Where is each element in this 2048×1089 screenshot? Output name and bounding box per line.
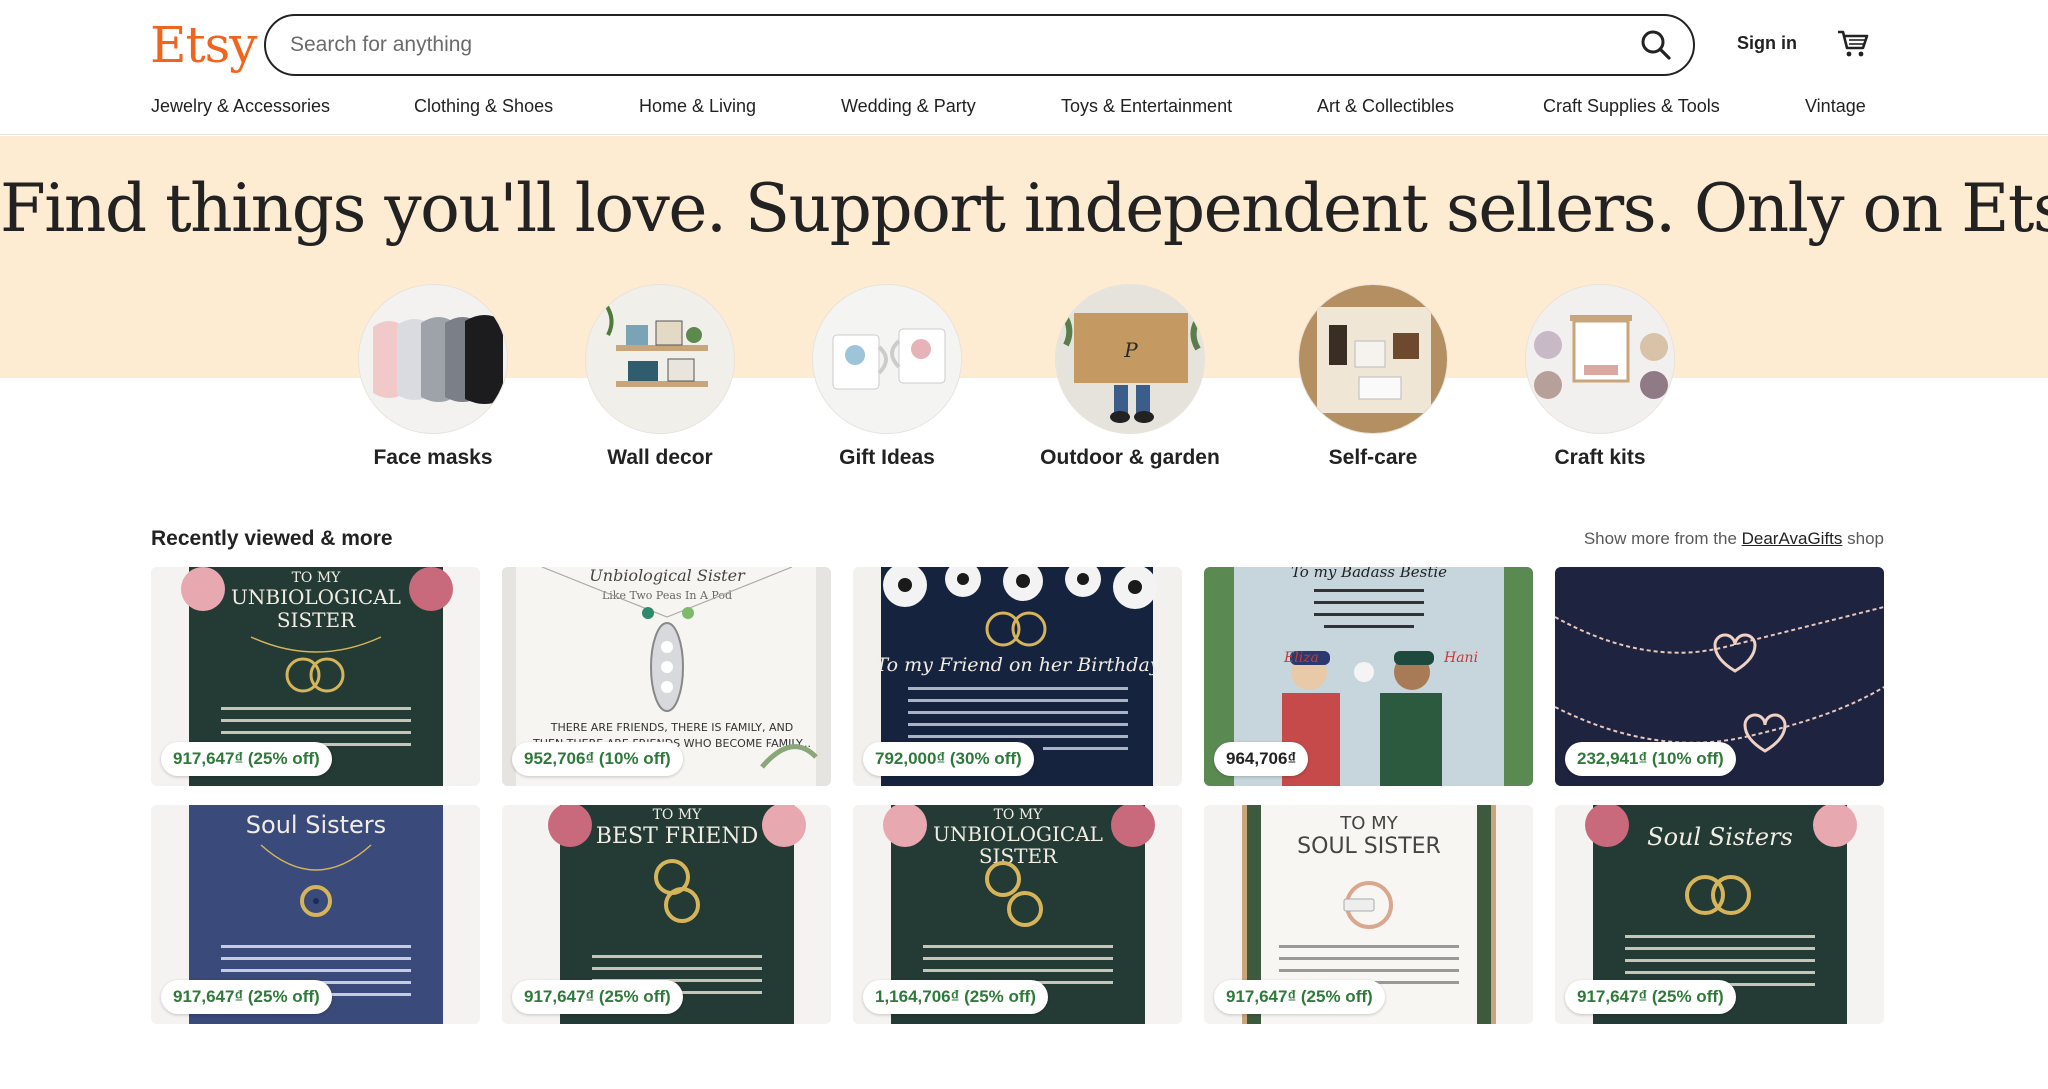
price-badge: 952,706₫ (10% off) <box>512 742 683 776</box>
category-image <box>812 284 962 434</box>
category-nav: Jewelry & Accessories Clothing & Shoes H… <box>0 96 2048 126</box>
product-card[interactable]: 232,941₫ (10% off) <box>1555 567 1884 786</box>
category-label: Craft kits <box>1554 446 1646 469</box>
card-text-line: THERE ARE FRIENDS, THERE IS FAMILY, AND <box>550 721 793 734</box>
card-text-line: Unbiological Sister <box>589 567 746 585</box>
card-text-line: Eliza <box>1283 650 1319 666</box>
price-badge: 917,647₫ (25% off) <box>1214 980 1385 1014</box>
sign-in-link[interactable]: Sign in <box>1737 33 1797 54</box>
nav-item-jewelry[interactable]: Jewelry & Accessories <box>151 96 330 117</box>
card-text-line: TO MY <box>653 807 703 823</box>
category-image: P <box>1055 284 1205 434</box>
category-face-masks[interactable]: Face masks <box>313 284 553 470</box>
nav-item-wedding[interactable]: Wedding & Party <box>841 96 976 117</box>
shop-link[interactable]: DearAvaGifts <box>1742 529 1843 548</box>
category-label: Wall decor <box>607 446 713 469</box>
etsy-logo[interactable]: Etsy <box>150 14 257 76</box>
card-text-line: To my Friend on her Birthday <box>875 654 1160 676</box>
price-badge: 917,647₫ (25% off) <box>161 980 332 1014</box>
card-text-line: Soul Sisters <box>1647 823 1793 851</box>
product-card[interactable]: Soul Sisters 917,647₫ (25% off) <box>1555 805 1884 1024</box>
card-text-line: TO MY <box>292 570 342 586</box>
price-badge: 964,706₫ <box>1214 742 1309 776</box>
nav-item-vintage[interactable]: Vintage <box>1805 96 1866 117</box>
show-more-text: Show more from the DearAvaGifts shop <box>1584 529 1884 549</box>
product-card[interactable]: Unbiological Sister Like Two Peas In A P… <box>502 567 831 786</box>
product-card[interactable]: To my Badass Bestie Eliza Hani 964,706₫ <box>1204 567 1533 786</box>
show-more-suffix: shop <box>1842 529 1884 548</box>
product-card[interactable]: TO MY UNBIOLOGICAL SISTER 917,647₫ (25% … <box>151 567 480 786</box>
card-text-line: SISTER <box>277 608 356 632</box>
nav-item-art[interactable]: Art & Collectibles <box>1317 96 1454 117</box>
card-text-line: To my Badass Bestie <box>1291 567 1447 581</box>
category-outdoor-garden[interactable]: P Outdoor & garden <box>1010 284 1250 470</box>
product-card[interactable]: Soul Sisters 917,647₫ (25% off) <box>151 805 480 1024</box>
category-image <box>1525 284 1675 434</box>
search-button[interactable] <box>1639 28 1673 62</box>
category-self-care[interactable]: Self-care <box>1253 284 1493 470</box>
recently-viewed-title: Recently viewed & more <box>151 527 393 550</box>
card-text-line: Like Two Peas In A Pod <box>602 589 732 602</box>
price-badge: 1,164,706₫ (25% off) <box>863 980 1048 1014</box>
category-label: Self-care <box>1328 446 1418 469</box>
card-text-line: BEST FRIEND <box>596 824 758 849</box>
category-wall-decor[interactable]: Wall decor <box>540 284 780 470</box>
price-badge: 232,941₫ (10% off) <box>1565 742 1736 776</box>
price-badge: 917,647₫ (25% off) <box>161 742 332 776</box>
price-badge: 917,647₫ (25% off) <box>1565 980 1736 1014</box>
nav-item-clothing[interactable]: Clothing & Shoes <box>414 96 553 117</box>
shopping-cart-icon <box>1838 30 1869 57</box>
card-text-line: SISTER <box>979 844 1058 868</box>
product-card[interactable]: TO MY SOUL SISTER 917,647₫ (25% off) <box>1204 805 1533 1024</box>
category-label: Outdoor & garden <box>1040 446 1220 469</box>
search-input[interactable] <box>290 16 1610 74</box>
product-card[interactable]: TO MY BEST FRIEND 917,647₫ (25% off) <box>502 805 831 1024</box>
card-text-line: SOUL SISTER <box>1297 834 1441 859</box>
svg-text:P: P <box>1123 338 1138 362</box>
nav-item-craft-supplies[interactable]: Craft Supplies & Tools <box>1543 96 1720 117</box>
card-text-line: UNBIOLOGICAL <box>933 822 1103 846</box>
price-badge: 792,000₫ (30% off) <box>863 742 1034 776</box>
card-text-line: Hani <box>1443 650 1478 666</box>
product-card[interactable]: To my Friend on her Birthday 792,000₫ (3… <box>853 567 1182 786</box>
price-badge: 917,647₫ (25% off) <box>512 980 683 1014</box>
category-image <box>585 284 735 434</box>
nav-item-toys[interactable]: Toys & Entertainment <box>1061 96 1232 117</box>
card-text-line: Soul Sisters <box>246 811 386 839</box>
category-image <box>358 284 508 434</box>
category-image <box>1298 284 1448 434</box>
cart-button[interactable] <box>1836 26 1870 60</box>
category-craft-kits[interactable]: Craft kits <box>1480 284 1720 470</box>
category-gift-ideas[interactable]: Gift Ideas <box>767 284 1007 470</box>
search-icon <box>1641 30 1671 60</box>
category-label: Face masks <box>373 446 493 469</box>
category-label: Gift Ideas <box>839 446 935 469</box>
product-card[interactable]: TO MY UNBIOLOGICAL SISTER 1,164,706₫ (25… <box>853 805 1182 1024</box>
card-text-line: UNBIOLOGICAL <box>231 585 401 609</box>
card-text-line: TO MY <box>1339 813 1398 834</box>
hero-headline: Find things you'll love. Support indepen… <box>0 170 2048 247</box>
site-header: Etsy Sign in Jewelry & Accessories Cloth… <box>0 0 2048 135</box>
nav-item-home[interactable]: Home & Living <box>639 96 756 117</box>
show-more-prefix: Show more from the <box>1583 529 1742 548</box>
card-text-line: TO MY <box>994 807 1044 823</box>
search-bar <box>264 14 1695 76</box>
